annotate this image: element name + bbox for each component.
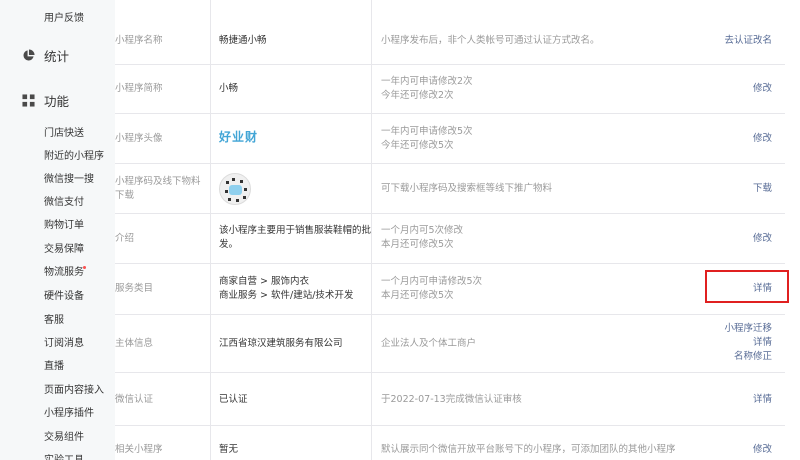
row-description: 一年内可申请修改2次 今年还可修改2次 [381, 76, 473, 101]
sidebar-item-hardware[interactable]: 硬件设备 [44, 287, 84, 302]
details-link[interactable]: 详情 [753, 393, 772, 407]
details-link[interactable]: 详情 [724, 336, 772, 350]
row-value: 江西省琼汉建筑服务有限公司 [219, 338, 343, 349]
row-description: 一个月内可5次修改 本月还可修改5次 [381, 225, 464, 250]
edit-link[interactable]: 修改 [753, 82, 772, 96]
table-row: 相关小程序 暂无 默认展示同个微信开放平台账号下的小程序，可添加团队的其他小程序… [115, 426, 785, 460]
sidebar-group-features[interactable]: 功能 [22, 91, 69, 110]
avatar-logo-text: 好业财 [219, 130, 259, 144]
row-description: 于2022-07-13完成微信认证审核 [381, 394, 522, 405]
pie-chart-icon [23, 49, 35, 61]
row-value: 小畅 [219, 83, 239, 94]
table-row: 小程序头像 好业财 一年内可申请修改5次 今年还可修改5次 修改 [115, 114, 785, 164]
table-row: 小程序码及线下物料下载 可下载小程序码及搜索框等线下推广物料 下载 [115, 164, 785, 214]
sidebar-item-feedback[interactable]: 用户反馈 [44, 9, 84, 24]
entity-actions: 小程序迁移 详情 名称修正 [724, 322, 772, 364]
row-value: 商家自营 > 服饰内衣 商业服务 > 软件/建站/技术开发 [219, 276, 354, 301]
row-label: 介绍 [115, 233, 135, 244]
sidebar-item-orders[interactable]: 购物订单 [44, 216, 84, 231]
sidebar-item-store-delivery[interactable]: 门店快送 [44, 124, 84, 139]
sidebar-group-stats[interactable]: 统计 [22, 46, 69, 65]
highlight-box [705, 270, 789, 303]
row-description: 默认展示同个微信开放平台账号下的小程序，可添加团队的其他小程序 [381, 444, 676, 455]
row-label: 服务类目 [115, 283, 154, 294]
migrate-link[interactable]: 小程序迁移 [724, 322, 772, 336]
row-description: 企业法人及个体工商户 [381, 338, 477, 349]
row-label: 相关小程序 [115, 444, 163, 455]
certify-rename-link[interactable]: 去认证改名 [724, 34, 772, 48]
row-label: 小程序简称 [115, 83, 163, 94]
row-value: 畅捷通小畅 [219, 35, 267, 46]
row-description: 一个月内可申请修改5次 本月还可修改5次 [381, 276, 483, 301]
table-row: 介绍 该小程序主要用于销售服装鞋帽的批发。 一个月内可5次修改 本月还可修改5次… [115, 214, 785, 264]
row-label: 小程序码及线下物料下载 [115, 176, 201, 201]
sidebar-item-customer-service[interactable]: 客服 [44, 311, 64, 326]
table-row: 小程序名称 畅捷通小畅 小程序发布后，非个人类帐号可通过认证方式改名。 去认证改… [115, 0, 785, 65]
sidebar-item-nearby[interactable]: 附近的小程序 [44, 147, 104, 162]
sidebar-item-experiments[interactable]: 实验工具 [44, 451, 84, 460]
row-label: 小程序头像 [115, 133, 163, 144]
row-description: 一年内可申请修改5次 今年还可修改5次 [381, 126, 473, 151]
table-row: 主体信息 江西省琼汉建筑服务有限公司 企业法人及个体工商户 小程序迁移 详情 名… [115, 315, 785, 373]
row-label: 小程序名称 [115, 35, 163, 46]
qr-code-image [219, 173, 251, 205]
avatar: 好业财 [219, 130, 371, 146]
edit-link[interactable]: 修改 [753, 443, 772, 457]
grid-icon [22, 94, 35, 107]
name-correction-link[interactable]: 名称修正 [724, 350, 772, 364]
settings-table: 小程序名称 畅捷通小畅 小程序发布后，非个人类帐号可通过认证方式改名。 去认证改… [115, 0, 800, 460]
row-value: 暂无 [219, 444, 239, 455]
table-row: 小程序简称 小畅 一年内可申请修改2次 今年还可修改2次 修改 [115, 65, 785, 114]
row-description: 小程序发布后，非个人类帐号可通过认证方式改名。 [381, 35, 600, 46]
sidebar-item-live[interactable]: 直播 [44, 357, 64, 372]
sidebar-group-label: 功能 [44, 94, 70, 109]
row-label: 主体信息 [115, 338, 154, 349]
sidebar-group-label: 统计 [44, 49, 70, 64]
sidebar-item-trade-components[interactable]: 交易组件 [44, 428, 84, 443]
sidebar: 用户反馈 统计 功能 门店快送 附近的小程序 微信搜一搜 微信支付 购物订单 交… [0, 0, 115, 460]
row-description: 可下载小程序码及搜索框等线下推广物料 [381, 183, 553, 194]
sidebar-item-logistics[interactable]: 物流服务 [44, 263, 84, 278]
sidebar-item-wechat-pay[interactable]: 微信支付 [44, 193, 84, 208]
table-row: 服务类目 商家自营 > 服饰内衣 商业服务 > 软件/建站/技术开发 一个月内可… [115, 264, 785, 315]
sidebar-item-content-access[interactable]: 页面内容接入 [44, 381, 104, 396]
sidebar-item-wechat-search[interactable]: 微信搜一搜 [44, 170, 94, 185]
row-value: 该小程序主要用于销售服装鞋帽的批发。 [219, 225, 372, 250]
sidebar-item-plugins[interactable]: 小程序插件 [44, 404, 94, 419]
sidebar-item-trade-guarantee[interactable]: 交易保障 [44, 240, 84, 255]
edit-link[interactable]: 修改 [753, 132, 772, 146]
table-row: 微信认证 已认证 于2022-07-13完成微信认证审核 详情 [115, 373, 785, 426]
download-link[interactable]: 下载 [753, 182, 772, 196]
row-value: 已认证 [219, 394, 248, 405]
sidebar-item-subscription[interactable]: 订阅消息 [44, 334, 84, 349]
edit-link[interactable]: 修改 [753, 232, 772, 246]
qr-code-icon [219, 173, 371, 205]
row-label: 微信认证 [115, 394, 154, 405]
notification-dot [83, 266, 86, 269]
